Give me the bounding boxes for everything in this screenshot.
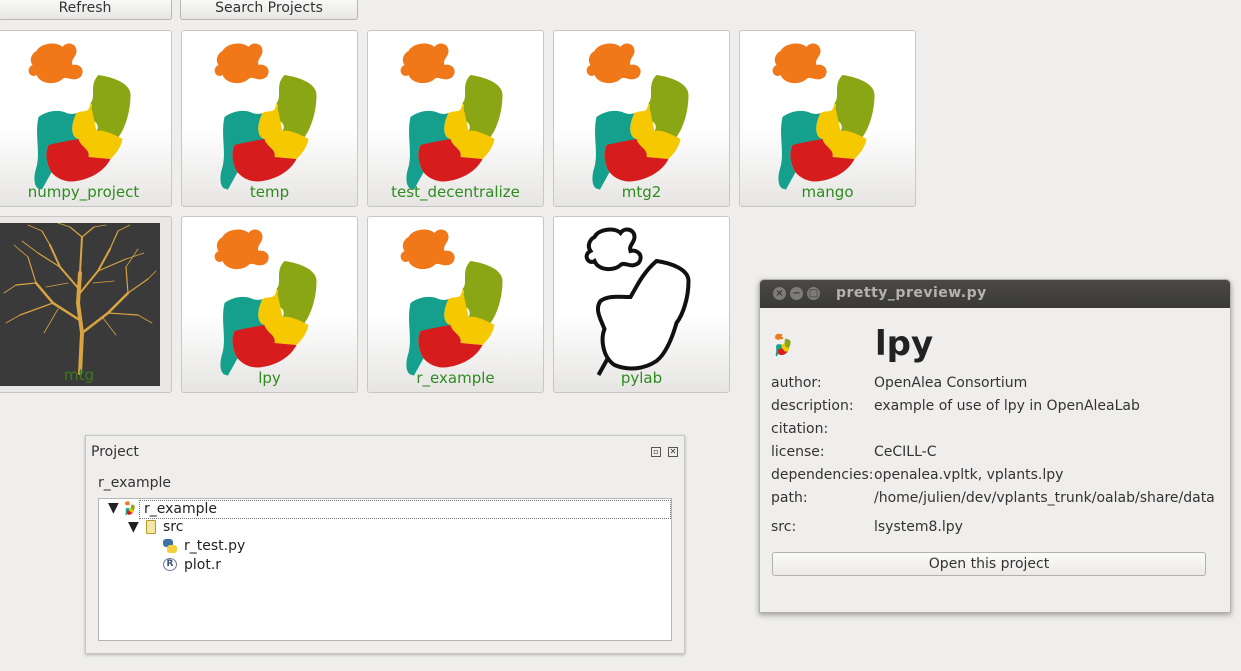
openalea-logo-icon xyxy=(771,42,876,191)
openalea-logo-icon xyxy=(585,42,690,191)
float-icon[interactable]: ▫ xyxy=(651,447,661,457)
project-panel: Project ▫ ✕ r_example r_example ▼ ▼ src … xyxy=(85,435,685,654)
path-value: /home/julien/dev/vplants_trunk/oalab/sha… xyxy=(874,490,1215,506)
author-value: OpenAlea Consortium xyxy=(874,375,1028,391)
path-key: path: xyxy=(771,490,808,506)
license-value: CeCILL-C xyxy=(874,444,937,460)
openalea-logo-icon xyxy=(213,42,318,191)
project-tile-label: mtg xyxy=(63,366,94,384)
project-panel-title: Project xyxy=(91,444,139,460)
project-tile-numpy-project[interactable]: numpy_project xyxy=(0,30,172,207)
project-title: lpy xyxy=(875,324,934,364)
tree-icon xyxy=(3,222,157,375)
close-icon[interactable]: × xyxy=(773,287,786,300)
src-key: src: xyxy=(771,519,797,535)
project-tile-label: r_example xyxy=(416,369,495,387)
tree-row-file[interactable]: plot.r xyxy=(184,556,221,575)
tree-label: src xyxy=(163,519,184,535)
dependencies-value: openalea.vpltk, vplants.lpy xyxy=(874,467,1064,483)
expand-arrow-icon[interactable]: ▼ xyxy=(108,499,119,518)
openalea-logo-icon xyxy=(774,333,791,357)
openalea-logo-icon xyxy=(399,42,504,191)
window-title: pretty_preview.py xyxy=(836,285,987,301)
folder-icon xyxy=(146,520,156,534)
dependencies-key: dependencies: xyxy=(771,467,874,483)
citation-key: citation: xyxy=(771,421,829,437)
description-value: example of use of lpy in OpenAleaLab xyxy=(874,398,1140,414)
author-key: author: xyxy=(771,375,822,391)
tree-image: mtg xyxy=(0,222,160,386)
tree-row-file[interactable]: r_test.py xyxy=(184,537,245,556)
project-tile-label: mango xyxy=(801,183,854,201)
description-key: description: xyxy=(771,398,854,414)
preview-window: × − □ pretty_preview.py lpy author: Open… xyxy=(759,279,1231,613)
openalea-logo-icon xyxy=(399,228,504,377)
r-file-icon: R xyxy=(163,558,177,571)
project-tile-mtg[interactable]: mtg xyxy=(0,216,172,393)
tree-label: r_example xyxy=(144,501,218,517)
expand-arrow-icon[interactable]: ▼ xyxy=(128,518,139,537)
project-tile-label: lpy xyxy=(258,369,281,387)
window-titlebar[interactable]: × − □ pretty_preview.py xyxy=(760,280,1230,308)
openalea-logo-icon xyxy=(124,501,135,516)
minimize-icon[interactable]: − xyxy=(790,287,803,300)
project-tree[interactable]: r_example ▼ ▼ src r_test.py R plot.r xyxy=(98,498,672,641)
openalea-logo-outline-icon xyxy=(584,227,691,377)
python-file-icon xyxy=(163,539,177,553)
license-key: license: xyxy=(771,444,825,460)
project-tile-label: mtg2 xyxy=(621,183,662,201)
project-tile-temp[interactable]: temp xyxy=(181,30,358,207)
project-tile-mtg2[interactable]: mtg2 xyxy=(553,30,730,207)
project-tile-r-example[interactable]: r_example xyxy=(367,216,544,393)
tree-row-root[interactable]: r_example xyxy=(139,500,671,519)
project-tile-mango[interactable]: mango xyxy=(739,30,916,207)
tree-row-src[interactable]: src xyxy=(163,518,183,537)
src-value: lsystem8.lpy xyxy=(874,519,963,535)
project-tile-pylab[interactable]: pylab xyxy=(553,216,730,393)
project-tile-label: numpy_project xyxy=(27,183,140,201)
tree-label: plot.r xyxy=(184,557,222,573)
refresh-button[interactable]: Refresh xyxy=(0,0,172,20)
openalea-logo-icon xyxy=(213,228,318,377)
open-project-button[interactable]: Open this project xyxy=(772,552,1206,576)
openalea-logo-icon xyxy=(27,42,132,191)
project-name: r_example xyxy=(98,475,172,491)
project-tile-lpy[interactable]: lpy xyxy=(181,216,358,393)
maximize-icon[interactable]: □ xyxy=(807,287,820,300)
tree-label: r_test.py xyxy=(184,538,246,554)
project-tile-test-decentralize[interactable]: test_decentralize xyxy=(367,30,544,207)
search-projects-button[interactable]: Search Projects xyxy=(180,0,358,20)
project-tile-label: test_decentralize xyxy=(391,183,520,201)
project-tile-label: temp xyxy=(249,183,290,201)
close-icon[interactable]: ✕ xyxy=(668,447,678,457)
project-tile-label: pylab xyxy=(620,369,663,387)
